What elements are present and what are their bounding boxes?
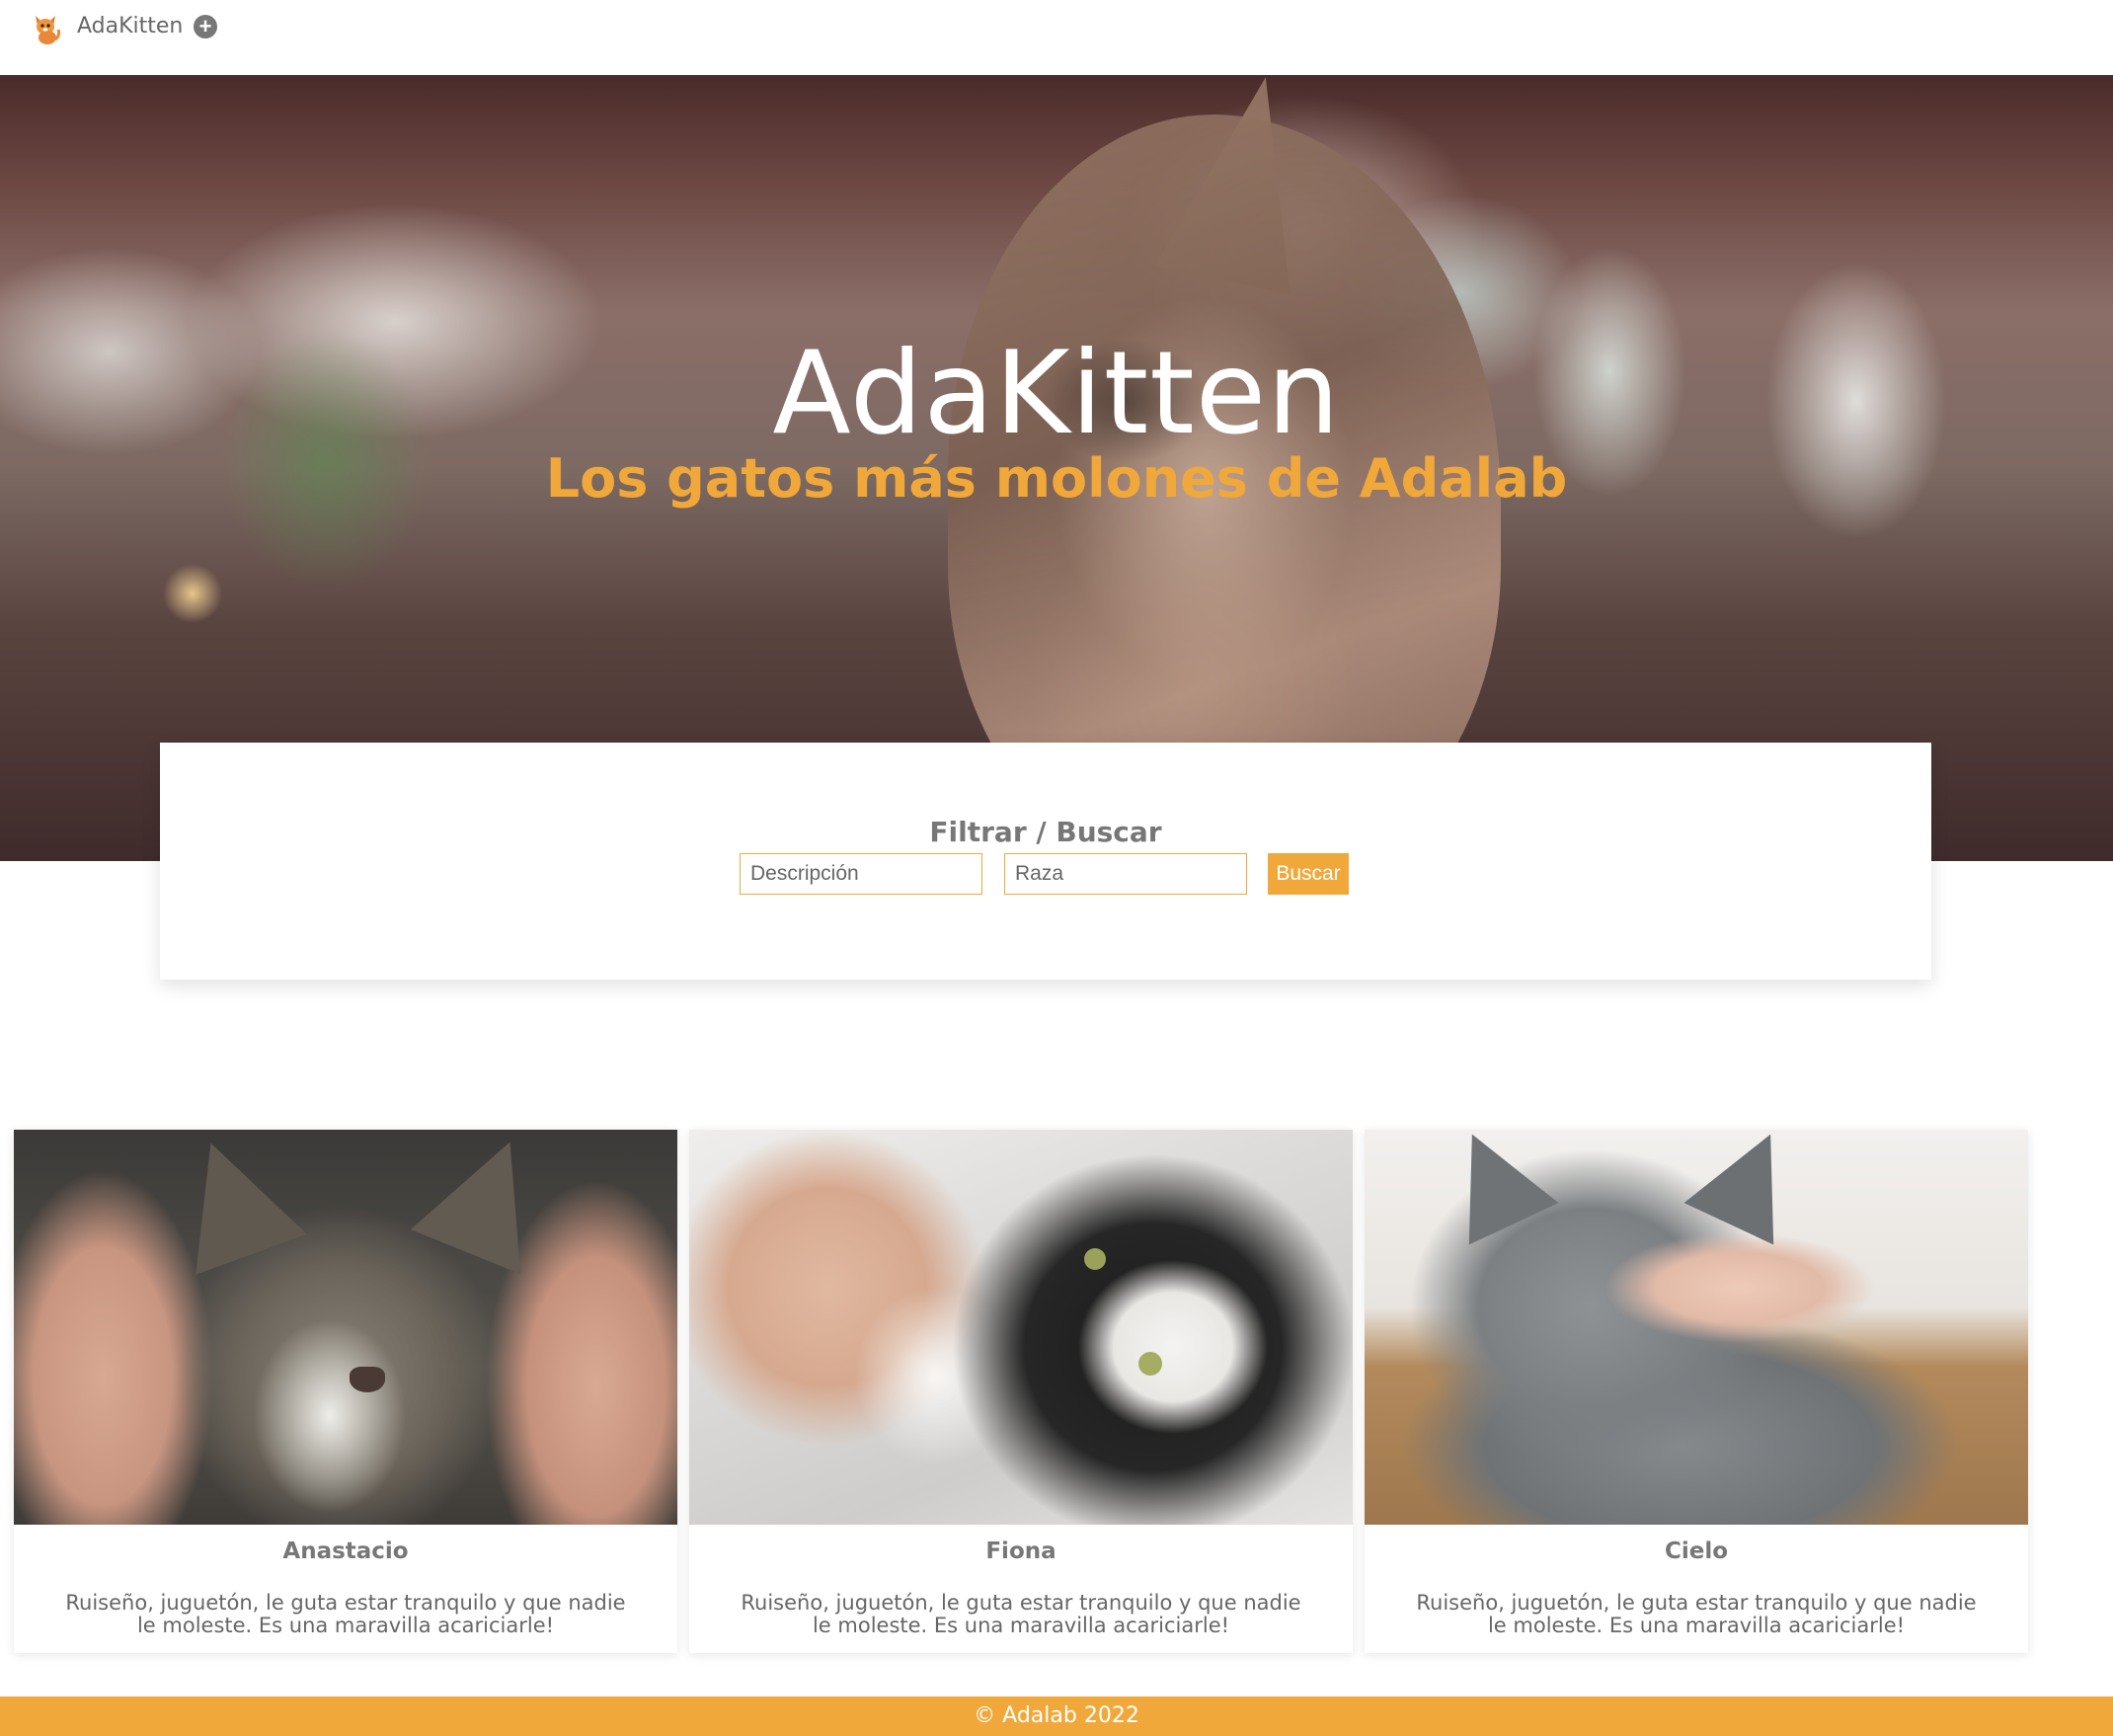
cat-card[interactable]: Anastacio Ruiseño, juguetón, le guta est… [14,1130,677,1653]
breed-input[interactable] [1004,853,1247,895]
cat-photo-detail [1138,1352,1162,1376]
cat-photo-detail [1084,1248,1106,1270]
description-input[interactable] [740,853,982,895]
cat-list: Anastacio Ruiseño, juguetón, le guta est… [14,1130,2028,1653]
cat-photo [14,1130,677,1525]
cat-photo-detail [155,1130,307,1275]
cat-name: Fiona [985,1539,1056,1564]
plus-circle-icon[interactable]: + [194,15,217,39]
top-nav: AdaKitten + [0,0,2113,75]
cat-photo-detail [1683,1130,1816,1245]
cat-description: Ruiseño, juguetón, le guta estar tranqui… [65,1591,626,1637]
cat-name: Anastacio [282,1539,409,1564]
cat-description: Ruiseño, juguetón, le guta estar tranqui… [741,1591,1301,1637]
cat-photo [1365,1130,2028,1525]
cat-photo-detail [410,1130,566,1275]
page: AdaKitten + AdaKitten Los gatos más molo… [0,0,2113,1736]
hero-title: AdaKitten [772,327,1341,460]
cat-photo-detail [1427,1130,1559,1245]
hero-subtitle: Los gatos más molones de Adalab [545,447,1568,510]
nav-brand[interactable]: AdaKitten [77,12,183,41]
cat-photo-detail [350,1367,385,1392]
search-button[interactable]: Buscar [1268,853,1349,895]
cat-name: Cielo [1664,1539,1729,1564]
footer: © Adalab 2022 [0,1697,2113,1736]
cat-photo [689,1130,1353,1525]
kitten-logo-icon[interactable] [32,12,61,45]
filter-panel: Filtrar / Buscar Buscar [160,743,1931,980]
cat-card[interactable]: Cielo Ruiseño, juguetón, le guta estar t… [1365,1130,2028,1653]
cat-card[interactable]: Fiona Ruiseño, juguetón, le guta estar t… [689,1130,1353,1653]
cat-description: Ruiseño, juguetón, le guta estar tranqui… [1416,1591,1977,1637]
filter-title: Filtrar / Buscar [929,816,1162,848]
